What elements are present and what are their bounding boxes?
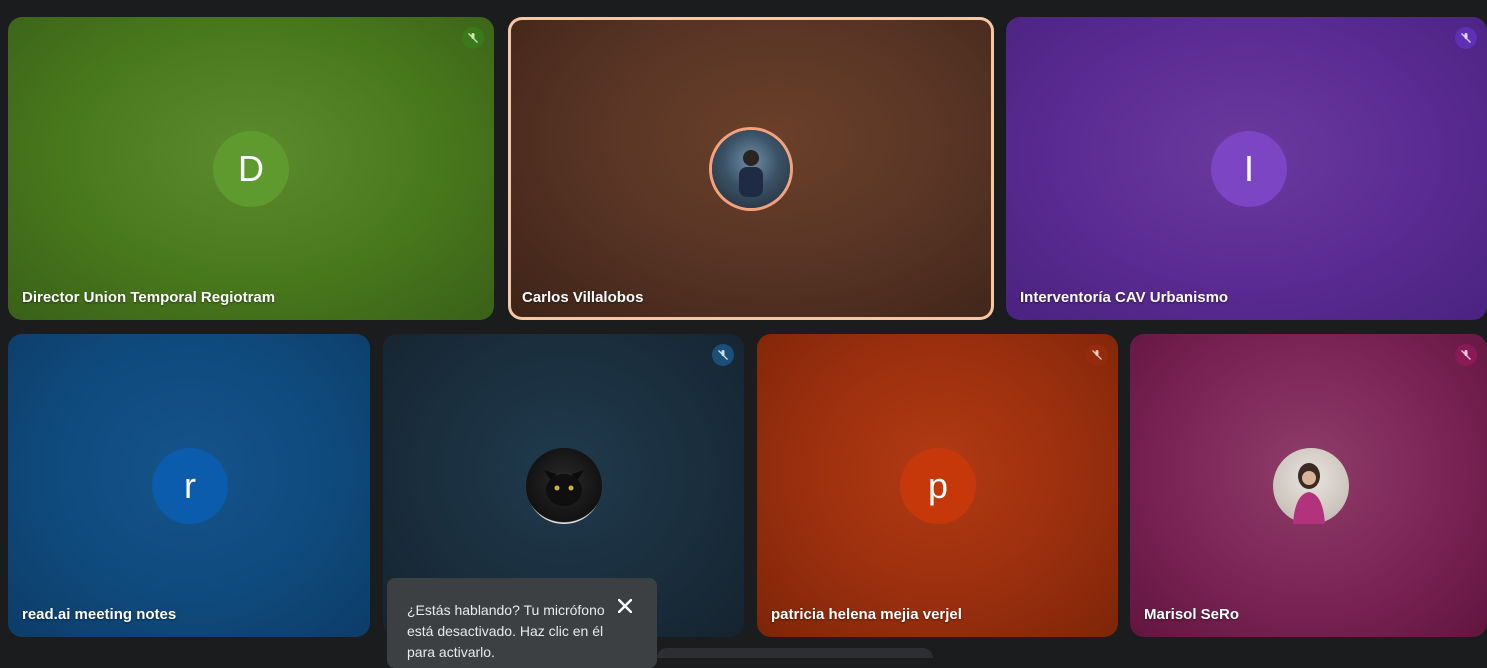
participant-tile[interactable]: I Interventoría CAV Urbanismo <box>1006 17 1487 320</box>
avatar: r <box>152 448 228 524</box>
participant-name: patricia helena mejia verjel <box>771 606 962 623</box>
mic-off-icon <box>712 344 734 366</box>
mic-off-icon <box>1455 27 1477 49</box>
avatar <box>1273 448 1349 524</box>
person-photo-icon <box>739 150 763 197</box>
avatar: I <box>1211 131 1287 207</box>
participant-name: Carlos Villalobos <box>522 289 644 306</box>
toast-message: ¿Estás hablando? Tu micrófono está desac… <box>407 602 605 660</box>
participant-tile[interactable]: Marisol SeRo <box>1130 334 1487 637</box>
mic-off-icon <box>1455 344 1477 366</box>
participant-tile[interactable]: D Director Union Temporal Regiotram <box>8 17 494 320</box>
avatar <box>712 130 790 208</box>
mic-off-icon <box>1086 344 1108 366</box>
participant-tile[interactable]: p patricia helena mejia verjel <box>757 334 1118 637</box>
mic-off-icon <box>462 27 484 49</box>
participant-tile[interactable]: r read.ai meeting notes <box>8 334 370 637</box>
mic-muted-toast: ¿Estás hablando? Tu micrófono está desac… <box>387 578 657 668</box>
participant-name: Director Union Temporal Regiotram <box>22 289 276 306</box>
participant-name: read.ai meeting notes <box>22 606 177 623</box>
avatar-initial: I <box>1243 148 1254 189</box>
avatar: D <box>213 131 289 207</box>
controls-bar <box>657 648 933 658</box>
avatar-initial: D <box>238 148 264 189</box>
participant-tile[interactable]: Carlos Villalobos <box>508 17 994 320</box>
avatar-initial: r <box>184 465 196 506</box>
person-photo-icon <box>1293 463 1325 524</box>
avatar <box>526 448 602 524</box>
participant-name: Interventoría CAV Urbanismo <box>1020 289 1229 306</box>
cat-photo-icon <box>544 470 584 506</box>
close-icon[interactable] <box>615 596 635 616</box>
avatar-initial: p <box>927 465 949 506</box>
avatar: p <box>900 448 976 524</box>
participant-name: Marisol SeRo <box>1144 606 1240 623</box>
